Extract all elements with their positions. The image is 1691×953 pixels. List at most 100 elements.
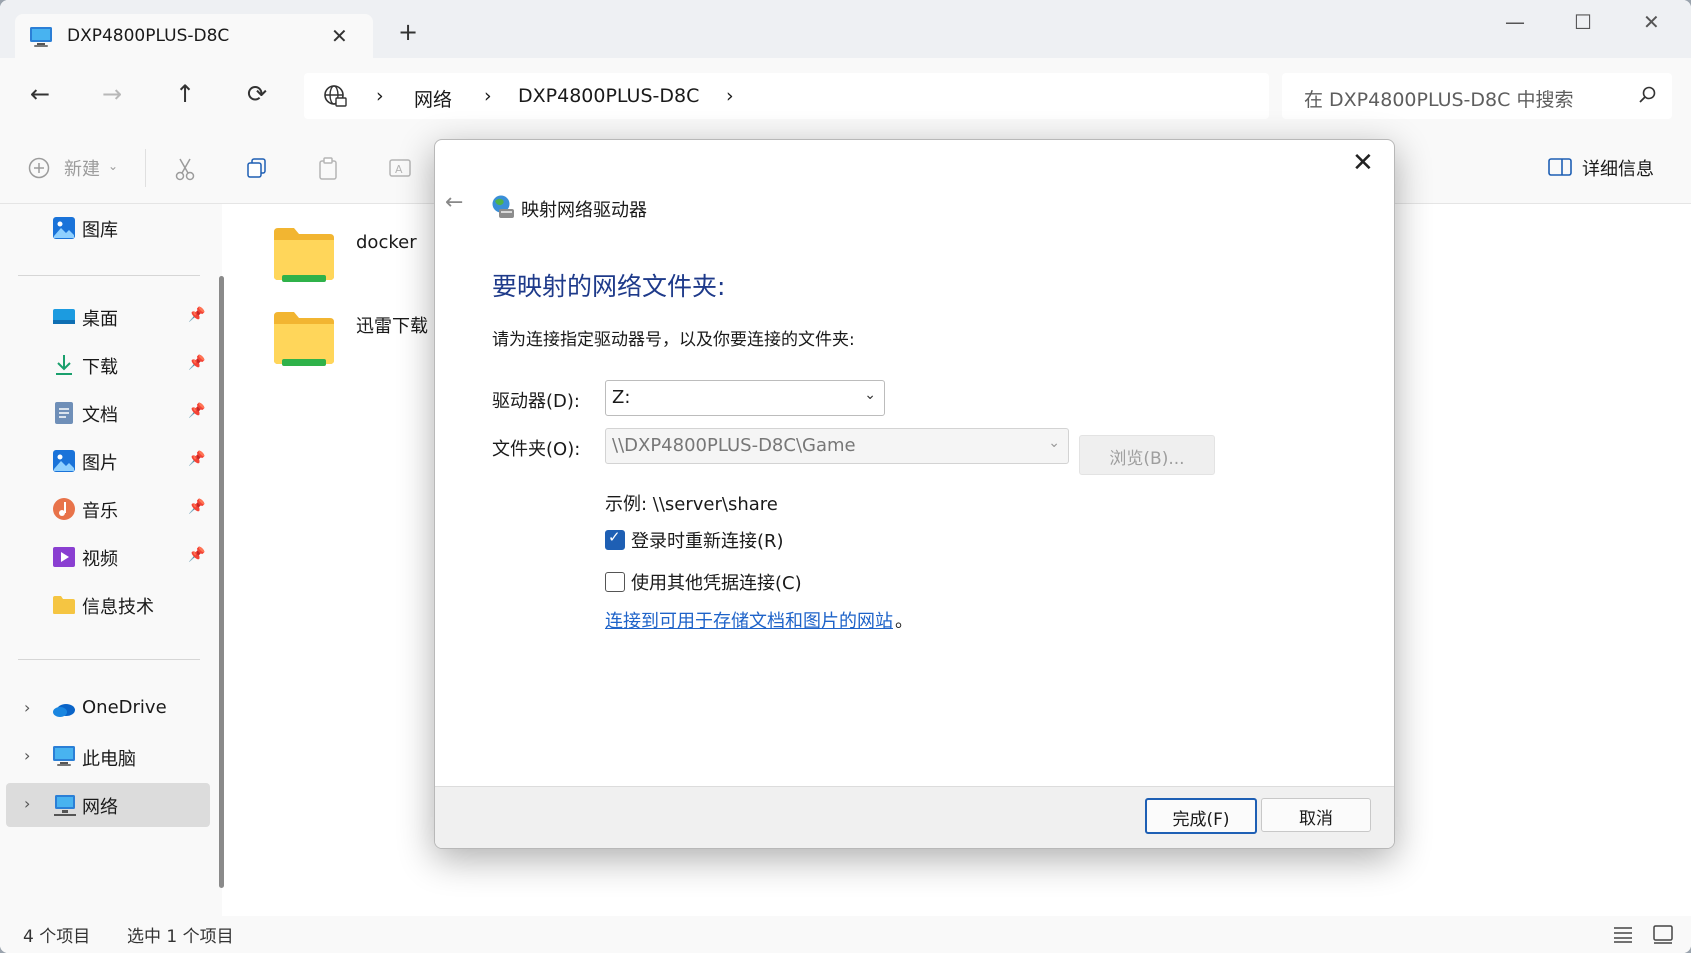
example-text: 示例: \\server\share — [605, 494, 778, 515]
dialog-title: 映射网络驱动器 — [521, 200, 647, 221]
sidebar-item-gallery[interactable]: 图库 — [18, 206, 208, 250]
dialog-heading: 要映射的网络文件夹: — [492, 272, 726, 301]
network-folder-icon — [274, 228, 334, 282]
cancel-button[interactable]: 取消 — [1261, 798, 1371, 832]
folder-path-combo[interactable]: \\DXP4800PLUS-D8C\Game ⌄ — [605, 428, 1069, 464]
download-icon — [52, 353, 76, 377]
breadcrumb-separator: › — [376, 85, 384, 107]
finish-button-label: 完成(F) — [1172, 810, 1230, 830]
chevron-right-icon[interactable]: › — [24, 746, 30, 765]
new-tab-button[interactable]: + — [398, 18, 418, 46]
refresh-button[interactable]: ⟳ — [247, 80, 267, 108]
pin-icon[interactable]: 📌 — [188, 499, 205, 515]
connect-website-link[interactable]: 连接到可用于存储文档和图片的网站 — [605, 607, 893, 633]
computer-icon — [29, 26, 53, 52]
chevron-down-icon: ⌄ — [1048, 435, 1060, 451]
sidebar-item-documents[interactable]: 文档 📌 — [18, 391, 208, 435]
details-button[interactable]: 详细信息 — [1582, 155, 1654, 181]
selection-count: 选中 1 个项目 — [127, 927, 234, 947]
onedrive-icon — [52, 697, 76, 721]
forward-button[interactable]: → — [102, 80, 122, 108]
sidebar-item-label: OneDrive — [82, 697, 167, 718]
sidebar-item-pictures[interactable]: 图片 📌 — [18, 439, 208, 483]
video-icon — [52, 545, 76, 569]
maximize-button[interactable]: ☐ — [1574, 10, 1592, 34]
computer-icon — [52, 745, 76, 769]
sidebar-item-downloads[interactable]: 下载 📌 — [18, 343, 208, 387]
reconnect-label[interactable]: 登录时重新连接(R) — [631, 527, 784, 553]
window-close-button[interactable]: ✕ — [1643, 10, 1660, 34]
network-drive-icon — [490, 194, 516, 224]
reconnect-checkbox[interactable] — [605, 528, 625, 550]
sidebar-item-label: 信息技术 — [82, 597, 154, 618]
sidebar-item-desktop[interactable]: 桌面 📌 — [18, 295, 208, 339]
chevron-right-icon[interactable]: › — [24, 698, 30, 717]
finish-button[interactable]: 完成(F) — [1145, 798, 1257, 834]
browse-button[interactable]: 浏览(B)... — [1079, 435, 1215, 475]
sidebar-item-label: 音乐 — [82, 501, 118, 522]
map-network-drive-dialog: ✕ ← 映射网络驱动器 要映射的网络文件夹: 请为连接指定驱动器号，以及你要连接… — [434, 139, 1395, 849]
up-button[interactable]: ↑ — [175, 80, 195, 108]
back-button[interactable]: ← — [30, 80, 50, 108]
item-count: 4 个项目 — [23, 927, 91, 947]
folder-icon — [52, 593, 76, 617]
sidebar-item-music[interactable]: 音乐 📌 — [18, 487, 208, 531]
folder-item[interactable]: 迅雷下载 — [272, 308, 428, 368]
new-button[interactable]: 新建 — [64, 155, 100, 181]
other-credentials-label[interactable]: 使用其他凭据连接(C) — [631, 569, 802, 595]
folder-item[interactable]: docker — [272, 224, 417, 284]
search-icon — [1638, 85, 1658, 109]
gallery-icon — [52, 216, 76, 240]
rename-icon[interactable]: A — [388, 157, 414, 184]
sidebar-scrollbar[interactable] — [219, 276, 224, 888]
navigation-bar: ← → ↑ ⟳ › 网络 › DXP4800PLUS-D8C › 在 DXP48… — [0, 58, 1691, 133]
chevron-right-icon[interactable]: › — [24, 794, 30, 813]
breadcrumb-expand-chevron[interactable]: › — [726, 85, 734, 107]
copy-icon[interactable] — [246, 157, 268, 184]
sidebar-item-this-pc[interactable]: › 此电脑 — [18, 735, 208, 779]
drive-label: 驱动器(D): — [492, 391, 580, 412]
document-icon — [52, 401, 76, 425]
sidebar-item-onedrive[interactable]: › OneDrive — [18, 687, 208, 731]
dialog-description: 请为连接指定驱动器号，以及你要连接的文件夹: — [492, 330, 855, 350]
pin-icon[interactable]: 📌 — [188, 547, 205, 563]
sidebar-item-it-folder[interactable]: 信息技术 — [18, 583, 208, 627]
sidebar-divider — [18, 659, 200, 660]
tab-close-icon[interactable]: ✕ — [331, 24, 348, 48]
address-bar[interactable]: › 网络 › DXP4800PLUS-D8C › — [304, 73, 1269, 119]
dialog-close-button[interactable]: ✕ — [1352, 148, 1374, 178]
desktop-icon — [52, 305, 76, 329]
folder-name: 迅雷下载 — [356, 316, 428, 337]
sidebar-item-label: 此电脑 — [82, 749, 136, 770]
sidebar-item-label: 网络 — [82, 797, 118, 818]
tiles-view-icon[interactable] — [1652, 924, 1674, 949]
drive-letter-select[interactable]: Z: ⌄ — [605, 380, 885, 416]
toolbar-divider — [145, 149, 146, 187]
details-view-icon[interactable] — [1612, 924, 1634, 949]
pin-icon[interactable]: 📌 — [188, 403, 205, 419]
new-plus-icon — [28, 157, 50, 184]
pin-icon[interactable]: 📌 — [188, 451, 205, 467]
breadcrumb-separator: › — [484, 85, 492, 107]
dialog-back-button[interactable]: ← — [445, 190, 463, 215]
folder-name: docker — [356, 232, 417, 253]
pin-icon[interactable]: 📌 — [188, 307, 205, 323]
tab-dxp4800[interactable]: DXP4800PLUS-D8C ✕ — [15, 14, 373, 58]
search-box[interactable]: 在 DXP4800PLUS-D8C 中搜索 — [1282, 73, 1672, 119]
pin-icon[interactable]: 📌 — [188, 355, 205, 371]
breadcrumb-dxp4800[interactable]: DXP4800PLUS-D8C — [518, 85, 699, 107]
network-icon — [52, 793, 76, 817]
sidebar-item-label: 桌面 — [82, 309, 118, 330]
other-credentials-checkbox[interactable] — [605, 572, 625, 592]
navigation-pane: 图库 桌面 📌 下载 📌 文档 📌 图片 📌 音乐 📌 视频 📌 信息技术 › … — [0, 204, 222, 916]
sidebar-item-label: 文档 — [82, 405, 118, 426]
sidebar-item-network[interactable]: › 网络 — [6, 783, 210, 827]
minimize-button[interactable]: — — [1505, 10, 1525, 34]
folder-label: 文件夹(O): — [492, 439, 581, 460]
cut-icon[interactable] — [174, 157, 196, 186]
paste-icon[interactable] — [318, 157, 340, 186]
sidebar-item-label: 图片 — [82, 453, 118, 474]
sidebar-item-videos[interactable]: 视频 📌 — [18, 535, 208, 579]
breadcrumb-network[interactable]: 网络 — [414, 85, 452, 112]
drive-letter-value: Z: — [612, 387, 631, 408]
